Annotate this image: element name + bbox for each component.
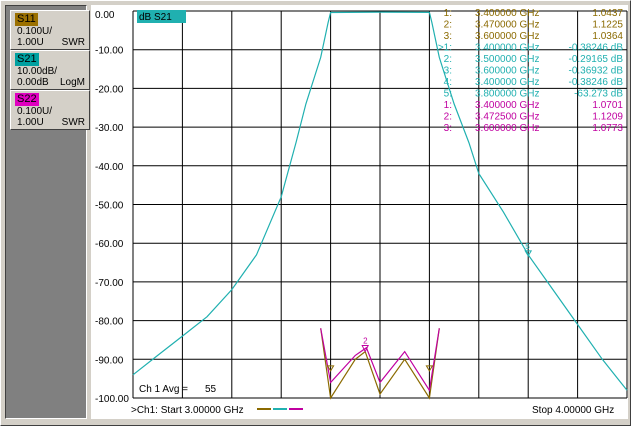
measurement-display[interactable]: 0.00 -10.00 -20.00 -30.00 -40.00 -50.00 -60.00… [91, 5, 628, 419]
trace-box-s22[interactable]: S22 0.100U/ 1.00U SWR [10, 90, 90, 130]
trace-box-s21[interactable]: S21 10.00dB/ 0.00dB LogM [10, 50, 90, 90]
readout-value: 1.1225 [592, 20, 623, 31]
readout-value: 1.0773 [592, 123, 623, 134]
trace-sidebar: S11 0.100U/ 1.00U SWR S21 10.00dB/ 0.00d… [5, 5, 90, 419]
readout-frequency: 3.400000 GHz [475, 8, 540, 19]
readout-index: 1: [444, 8, 452, 19]
y-tick-label: -70.00 [95, 278, 124, 289]
readout-frequency: 3.600000 GHz [475, 31, 540, 42]
analyzer-window: S11 0.100U/ 1.00U SWR S21 10.00dB/ 0.00d… [0, 0, 631, 426]
plot-grid [132, 10, 628, 399]
active-trace-label: dB S21 [139, 12, 172, 23]
readout-value: -0.38246 dB [569, 43, 624, 54]
readout-frequency: 3.400000 GHz [475, 77, 540, 88]
readout-frequency: 3.500000 GHz [475, 54, 540, 65]
readout-index: 2: [444, 20, 452, 31]
readout-frequency: 3.470000 GHz [475, 20, 540, 31]
readout-frequency: 3.472500 GHz [475, 112, 540, 123]
readout-value: -0.38246 dB [569, 77, 624, 88]
readout-value: -0.36932 dB [569, 66, 624, 77]
average-value: 55 [205, 384, 217, 395]
y-tick-label: -30.00 [95, 123, 124, 134]
trace-box-s11[interactable]: S11 0.100U/ 1.00U SWR [10, 10, 90, 50]
readout-value: -0.29165 dB [569, 54, 624, 65]
readout-index: >1: [438, 43, 452, 54]
plot-marker-label: 2 [363, 337, 368, 346]
y-tick-label: -40.00 [95, 162, 124, 173]
trace-format: SWR [61, 117, 85, 128]
readout-frequency: 3.400000 GHz [475, 100, 540, 111]
start-frequency-label: >Ch1: Start 3.00000 GHz [131, 405, 244, 416]
average-label: Ch 1 Avg = [139, 384, 188, 395]
readout-frequency: 3.600000 GHz [475, 66, 540, 77]
readout-value: 1.0701 [592, 100, 623, 111]
trace-reference: 1.00U [17, 37, 44, 48]
trace-scale: 0.100U/ [17, 106, 53, 117]
readout-frequency: 3.800000 GHz [475, 89, 540, 100]
trace-reference: 1.00U [17, 117, 44, 128]
y-tick-label: -100.00 [95, 394, 129, 405]
y-tick-label: -80.00 [95, 317, 124, 328]
readout-index: 3: [444, 31, 452, 42]
y-axis-ticks: 0.00 -10.00 -20.00 -30.00 -40.00 -50.00 -60.00… [95, 10, 129, 405]
readout-frequency: 3.600000 GHz [475, 123, 540, 134]
s-parameter-plot[interactable]: 0.00 -10.00 -20.00 -30.00 -40.00 -50.00 -60.00… [91, 5, 628, 419]
readout-index: 2: [444, 112, 452, 123]
y-tick-label: -10.00 [95, 46, 124, 57]
y-tick-label: -90.00 [95, 355, 124, 366]
trace-format: SWR [61, 37, 85, 48]
y-tick-label: 0.00 [95, 10, 115, 21]
readout-value: 1.1209 [592, 112, 623, 123]
readout-index: 1: [444, 100, 452, 111]
readout-index: 5: [444, 89, 452, 100]
trace-name: S11 [15, 13, 38, 26]
readout-index: 3: [444, 123, 452, 134]
readout-value: 1.0364 [592, 31, 623, 42]
readout-value: 1.0437 [592, 8, 623, 19]
readout-index: 4: [444, 77, 452, 88]
y-tick-label: -50.00 [95, 201, 124, 212]
trace-scale: 10.00dB/ [17, 66, 58, 77]
stop-frequency-label: Stop 4.00000 GHz [532, 405, 614, 416]
s21-marker-label: 5 [525, 242, 530, 251]
trace-format: LogM [59, 77, 85, 88]
readout-index: 2: [444, 54, 452, 65]
y-tick-label: -20.00 [95, 84, 124, 95]
readout-index: 3: [444, 66, 452, 77]
trace-scale: 0.100U/ [17, 26, 53, 37]
marker-readout: 1: 3.400000 GHz 1.0437 2: 3.470000 GHz 1.1225… [438, 8, 624, 134]
trace-name: S22 [15, 93, 39, 106]
readout-value: -63.273 dB [574, 89, 623, 100]
trace-reference: 0.00dB [17, 77, 49, 88]
y-tick-label: -60.00 [95, 239, 124, 250]
trace-name: S21 [15, 53, 39, 66]
readout-frequency: 3.400000 GHz [475, 43, 540, 54]
